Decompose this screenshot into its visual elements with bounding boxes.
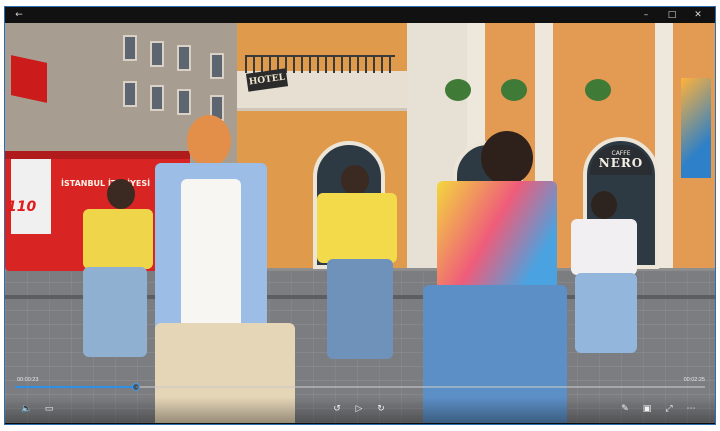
play-button[interactable]: ▷ (351, 402, 367, 416)
maximize-button[interactable]: □ (661, 7, 683, 23)
hanging-banner (681, 78, 711, 178)
cast-icon: ▣ (642, 404, 652, 414)
skip-forward-button[interactable]: ↻ (373, 402, 389, 416)
volume-icon: 🔈 (21, 404, 33, 414)
cast-button[interactable]: ▣ (639, 402, 655, 416)
back-button[interactable]: ← (8, 7, 30, 23)
seek-thumb[interactable] (131, 383, 140, 391)
fullscreen-icon: ⤢ (665, 404, 673, 414)
more-options-button[interactable]: ⋯ (683, 402, 699, 416)
total-time: 00:02:25 (683, 377, 705, 383)
skip-back-10-icon: ↺ (333, 404, 341, 414)
seek-track[interactable] (15, 383, 705, 391)
title-bar: ← – □ ✕ (5, 7, 715, 23)
video-frame[interactable]: HOTEL CAFFE NERO İSTANBUL İTFAİYESİ 110 (5, 23, 715, 423)
skip-back-button[interactable]: ↺ (329, 402, 345, 416)
close-button[interactable]: ✕ (687, 7, 709, 23)
fire-truck-number: 110 (7, 199, 37, 215)
edit-button[interactable]: ✎ (617, 402, 633, 416)
subtitles-button[interactable]: ▭ (41, 402, 57, 416)
playback-controls: 🔈 ▭ ↺ ▷ ↻ ✎ ▣ ⤢ ⋯ (5, 397, 715, 423)
video-player-window: ← – □ ✕ HOTEL CAFFE NERO İSTANBUL İTFAİY… (4, 6, 716, 425)
subtitles-icon: ▭ (44, 404, 54, 414)
minimize-button[interactable]: – (635, 7, 657, 23)
arrow-left-icon: ← (15, 10, 23, 20)
seek-progress (15, 386, 136, 388)
caffe-nero-sign: CAFFE NERO (590, 145, 652, 175)
edit-pen-icon: ✎ (621, 404, 629, 414)
turkish-flag (11, 55, 47, 103)
more-icon: ⋯ (686, 404, 696, 414)
skip-forward-30-icon: ↻ (377, 404, 385, 414)
current-time: 00:00:23 (17, 377, 39, 383)
volume-button[interactable]: 🔈 (19, 402, 35, 416)
play-icon: ▷ (355, 404, 363, 414)
fire-truck-text: İSTANBUL İTFAİYESİ (61, 179, 151, 188)
seek-bar[interactable]: 00:00:23 00:02:25 (13, 377, 707, 397)
fullscreen-button[interactable]: ⤢ (661, 402, 677, 416)
